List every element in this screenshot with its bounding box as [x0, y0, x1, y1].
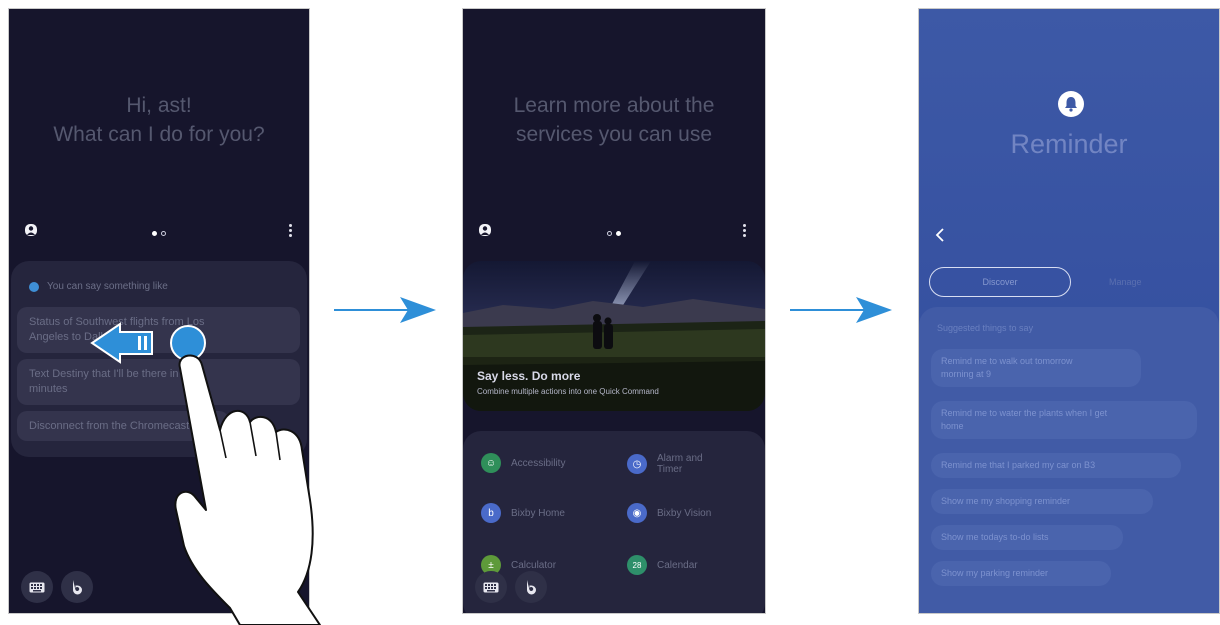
service-item-bixby-vision[interactable]: ◉ Bixby Vision: [627, 503, 711, 523]
suggestion-pill[interactable]: Show me my shopping reminder: [931, 489, 1153, 514]
suggestion-text: Remind me that I parked my car on B3: [941, 460, 1096, 470]
service-item-accessibility[interactable]: ☺ Accessibility: [481, 453, 565, 473]
service-label: Calculator: [511, 559, 557, 571]
accessibility-icon: ☺: [481, 453, 501, 473]
profile-icon[interactable]: [478, 223, 492, 237]
service-item-calendar[interactable]: 28 Calendar: [627, 555, 698, 575]
bixby-home-icon: b: [481, 503, 501, 523]
bell-icon: [1058, 91, 1084, 117]
heading-line-1: Learn more about the: [513, 94, 715, 117]
page-dot-active: [616, 231, 621, 236]
arrow-right-icon: [334, 297, 436, 323]
arrow-right-icon: [790, 297, 892, 323]
profile-icon[interactable]: [24, 223, 38, 237]
quick-command-card[interactable]: Say less. Do more Combine multiple actio…: [463, 261, 765, 411]
tab-manage[interactable]: Manage: [1109, 277, 1142, 287]
service-label: Calendar: [657, 559, 698, 571]
swipe-left-arrow-icon: [90, 322, 153, 364]
suggestion-text: Show me todays to-do lists: [941, 532, 1049, 542]
bixby-hint-icon: [29, 281, 39, 292]
hint-label: You can say something like: [47, 281, 168, 292]
service-label: Bixby Vision: [657, 507, 712, 519]
suggestion-text: Show my parking reminder: [941, 568, 1049, 578]
hint-row: You can say something like: [29, 281, 168, 292]
service-label: Alarm and Timer: [657, 453, 703, 475]
keyboard-button[interactable]: [21, 571, 53, 603]
suggestion-pill[interactable]: Show me todays to-do lists: [931, 525, 1123, 550]
keyboard-icon: [29, 582, 45, 592]
services-heading: Learn more about the services you can us…: [463, 91, 765, 149]
greeting-line-1: Hi, ast!: [126, 94, 192, 117]
service-item-bixby-home[interactable]: b Bixby Home: [481, 503, 565, 523]
suggestion-text: Remind me to water the plants when I get: [941, 408, 1108, 418]
keyboard-button[interactable]: [475, 571, 507, 603]
page-indicator: [152, 231, 166, 236]
suggestions-panel: Suggested things to say Remind me to wal…: [919, 307, 1219, 613]
page-dot: [161, 231, 166, 236]
bixby-voice-button[interactable]: [515, 571, 547, 603]
suggestion-pill[interactable]: Remind me that I parked my car on B3: [931, 453, 1181, 478]
more-options-icon[interactable]: [743, 224, 747, 239]
reminder-title: Reminder: [1010, 129, 1128, 159]
service-label: Bixby Home: [511, 507, 565, 519]
back-icon[interactable]: [935, 227, 945, 243]
service-label: Accessibility: [511, 457, 566, 469]
suggestion-text: morning at 9: [941, 369, 992, 379]
eye-icon: ◉: [627, 503, 647, 523]
suggestion-text: Remind me to walk out tomorrow: [941, 356, 1073, 366]
suggestion-text: home: [941, 421, 964, 431]
greeting-line-2: What can I do for you?: [53, 123, 265, 146]
more-options-icon[interactable]: [289, 224, 293, 239]
service-item-alarm[interactable]: ◷ Alarm and Timer: [627, 453, 727, 475]
suggestion-pill[interactable]: Show my parking reminder: [931, 561, 1111, 586]
clock-icon: ◷: [627, 454, 647, 474]
suggestion-pill[interactable]: Remind me to water the plants when I get…: [931, 401, 1197, 439]
calendar-icon: 28: [627, 555, 647, 575]
page-dot: [607, 231, 612, 236]
suggestion-pill[interactable]: Remind me to walk out tomorrow morning a…: [931, 349, 1141, 387]
reminder-screen: Reminder Discover Manage Suggested thing…: [918, 8, 1220, 614]
services-panel: ☺ Accessibility ◷ Alarm and Timer b Bixb…: [463, 431, 765, 613]
tab-discover[interactable]: Discover: [929, 267, 1071, 297]
keyboard-icon: [483, 582, 499, 592]
suggested-header: Suggested things to say: [937, 323, 1034, 333]
page-indicator: [607, 231, 621, 236]
hand-icon: [174, 354, 321, 625]
card-subtitle: Combine multiple actions into one Quick …: [477, 387, 659, 396]
greeting: Hi, ast! What can I do for you?: [9, 91, 309, 149]
swipe-gesture-illustration: [90, 322, 321, 625]
page-dot-active: [152, 231, 157, 236]
heading-line-2: services you can use: [515, 123, 713, 146]
assistant-services-screen: Learn more about the services you can us…: [462, 8, 766, 614]
suggestion-text: Show me my shopping reminder: [941, 496, 1071, 506]
bixby-icon: [527, 580, 536, 595]
card-title: Say less. Do more: [477, 369, 581, 383]
